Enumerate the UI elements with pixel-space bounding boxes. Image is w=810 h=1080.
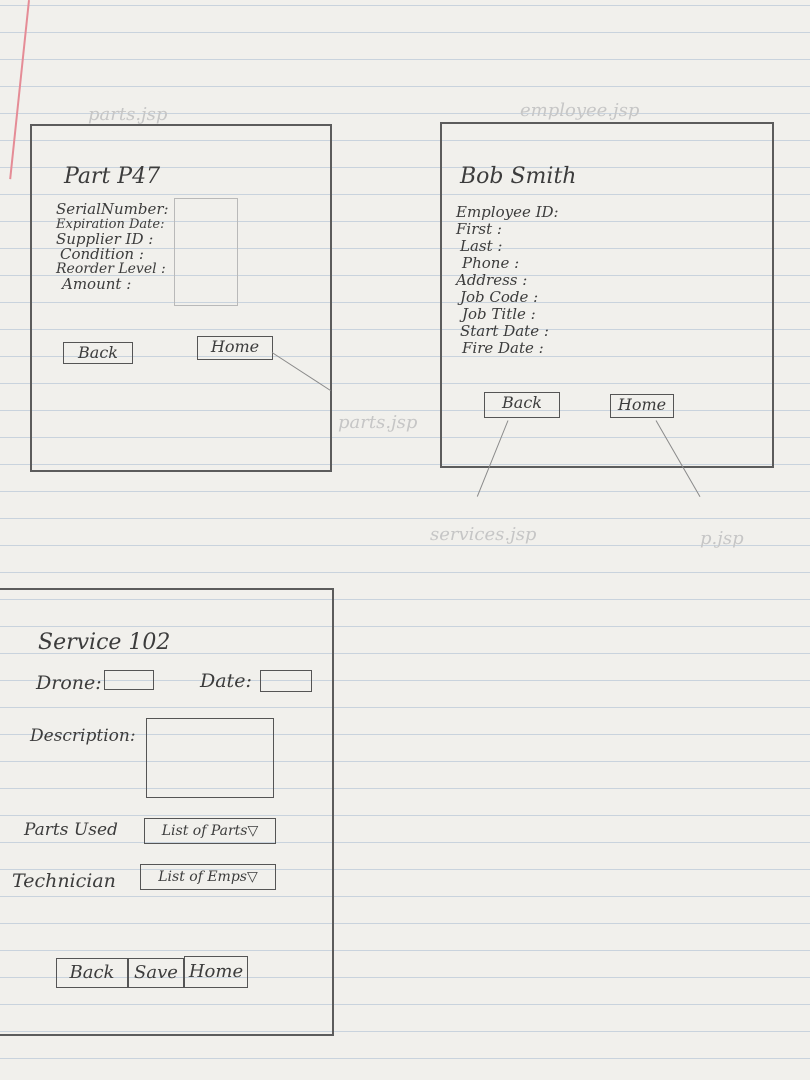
technician-label: Technician	[12, 870, 116, 892]
field-label: Phone :	[462, 254, 520, 272]
drone-label: Drone:	[36, 672, 102, 694]
field-label: SerialNumber:	[56, 200, 169, 218]
part-field-list: SerialNumber: Expiration Date: Supplier …	[56, 202, 169, 292]
parts-used-label: Parts Used	[24, 820, 118, 840]
employee-title: Bob Smith	[460, 164, 577, 189]
part-fields-box	[174, 198, 238, 306]
part-back-button[interactable]: Back	[63, 342, 133, 364]
employee-home-button[interactable]: Home	[610, 394, 674, 418]
service-back-button[interactable]: Back	[56, 958, 128, 988]
service-save-button[interactable]: Save	[128, 958, 184, 988]
drone-input[interactable]	[104, 670, 154, 690]
field-label: Fire Date :	[462, 339, 544, 357]
field-label: Employee ID:	[456, 203, 559, 221]
description-label: Description:	[30, 726, 136, 746]
parts-dropdown[interactable]: List of Parts▽	[144, 818, 276, 844]
ghost-text: services.jsp	[430, 524, 537, 545]
description-textarea[interactable]	[146, 718, 274, 798]
employee-back-button[interactable]: Back	[484, 392, 560, 418]
field-label: Last :	[460, 237, 503, 255]
field-label: Address :	[456, 271, 528, 289]
ghost-text: p.jsp	[700, 528, 744, 549]
field-label: Job Title :	[462, 305, 536, 323]
ghost-text: employee.jsp	[520, 100, 640, 121]
date-input[interactable]	[260, 670, 312, 692]
field-label: Amount :	[62, 275, 132, 293]
employee-field-list: Employee ID: First : Last : Phone : Addr…	[456, 204, 559, 357]
field-label: Job Code :	[460, 288, 539, 306]
technician-dropdown[interactable]: List of Emps▽	[140, 864, 276, 890]
part-title: Part P47	[64, 164, 161, 189]
part-home-button[interactable]: Home	[197, 336, 273, 360]
field-label: Start Date :	[460, 322, 549, 340]
ghost-text: parts.jsp	[88, 104, 168, 125]
field-label: First :	[456, 220, 502, 238]
service-title: Service 102	[38, 630, 171, 655]
field-label: Condition :	[60, 245, 144, 263]
ghost-text: parts.jsp	[338, 412, 418, 433]
service-home-button[interactable]: Home	[184, 956, 248, 988]
date-label: Date:	[200, 670, 252, 692]
